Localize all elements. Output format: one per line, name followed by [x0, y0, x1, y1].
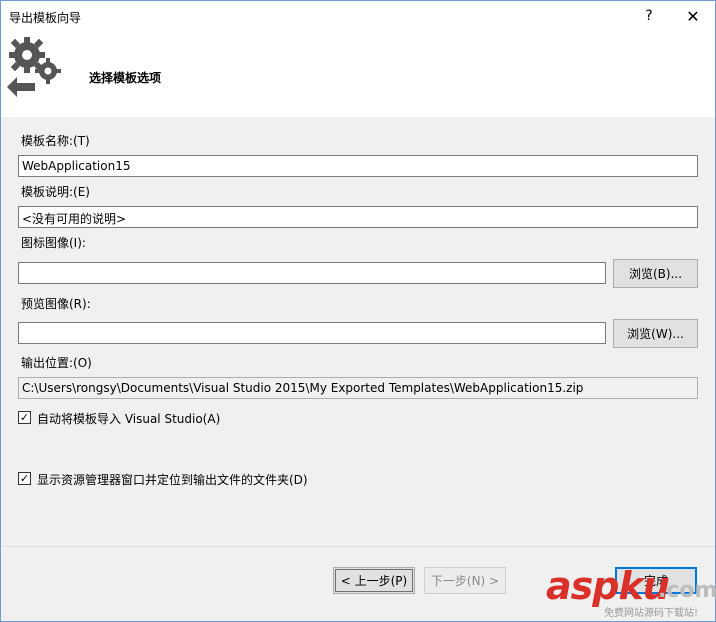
icon-browse-button[interactable]: 浏览(B)... — [613, 259, 698, 288]
finish-button[interactable]: 完成 — [615, 567, 697, 594]
close-button[interactable]: ✕ — [681, 5, 705, 27]
footer-divider — [1, 546, 715, 547]
icon-image-input[interactable] — [18, 262, 606, 284]
preview-browse-button[interactable]: 浏览(W)... — [613, 319, 698, 348]
show-explorer-checkbox[interactable]: ✓ — [18, 472, 31, 485]
description-label: 模板说明:(E) — [21, 185, 90, 199]
template-name-input[interactable]: WebApplication15 — [18, 155, 698, 177]
output-location-label: 输出位置:(O) — [21, 356, 92, 370]
preview-image-label: 预览图像(R): — [21, 297, 91, 311]
output-location-field[interactable]: C:\Users\rongsy\Documents\Visual Studio … — [18, 377, 698, 399]
help-button[interactable]: ? — [637, 5, 661, 27]
auto-import-checkbox[interactable]: ✓ — [18, 411, 31, 424]
description-input[interactable]: <没有可用的说明> — [18, 206, 698, 228]
checkmark-icon: ✓ — [19, 472, 30, 485]
icon-image-label: 图标图像(I): — [21, 236, 86, 250]
window-title: 导出模板向导 — [9, 11, 82, 25]
export-template-wizard-window: 导出模板向导 ? ✕ 选择模板选项 模板名称:(T) WebApplicatio… — [0, 0, 716, 622]
previous-button[interactable]: < 上一步(P) — [333, 567, 415, 594]
auto-import-label[interactable]: 自动将模板导入 Visual Studio(A) — [37, 410, 220, 427]
page-title: 选择模板选项 — [89, 71, 162, 85]
show-explorer-label[interactable]: 显示资源管理器窗口并定位到输出文件的文件夹(D) — [37, 471, 308, 488]
preview-image-input[interactable] — [18, 322, 606, 344]
checkmark-icon: ✓ — [19, 411, 30, 424]
watermark-subtitle: 免费网站源码下载站! — [604, 608, 699, 619]
next-button[interactable]: 下一步(N) > — [424, 567, 506, 594]
title-bar[interactable]: 导出模板向导 ? ✕ — [1, 1, 715, 31]
gears-export-icon — [7, 37, 61, 97]
template-name-label: 模板名称:(T) — [21, 134, 90, 148]
wizard-header: 选择模板选项 — [1, 31, 715, 117]
